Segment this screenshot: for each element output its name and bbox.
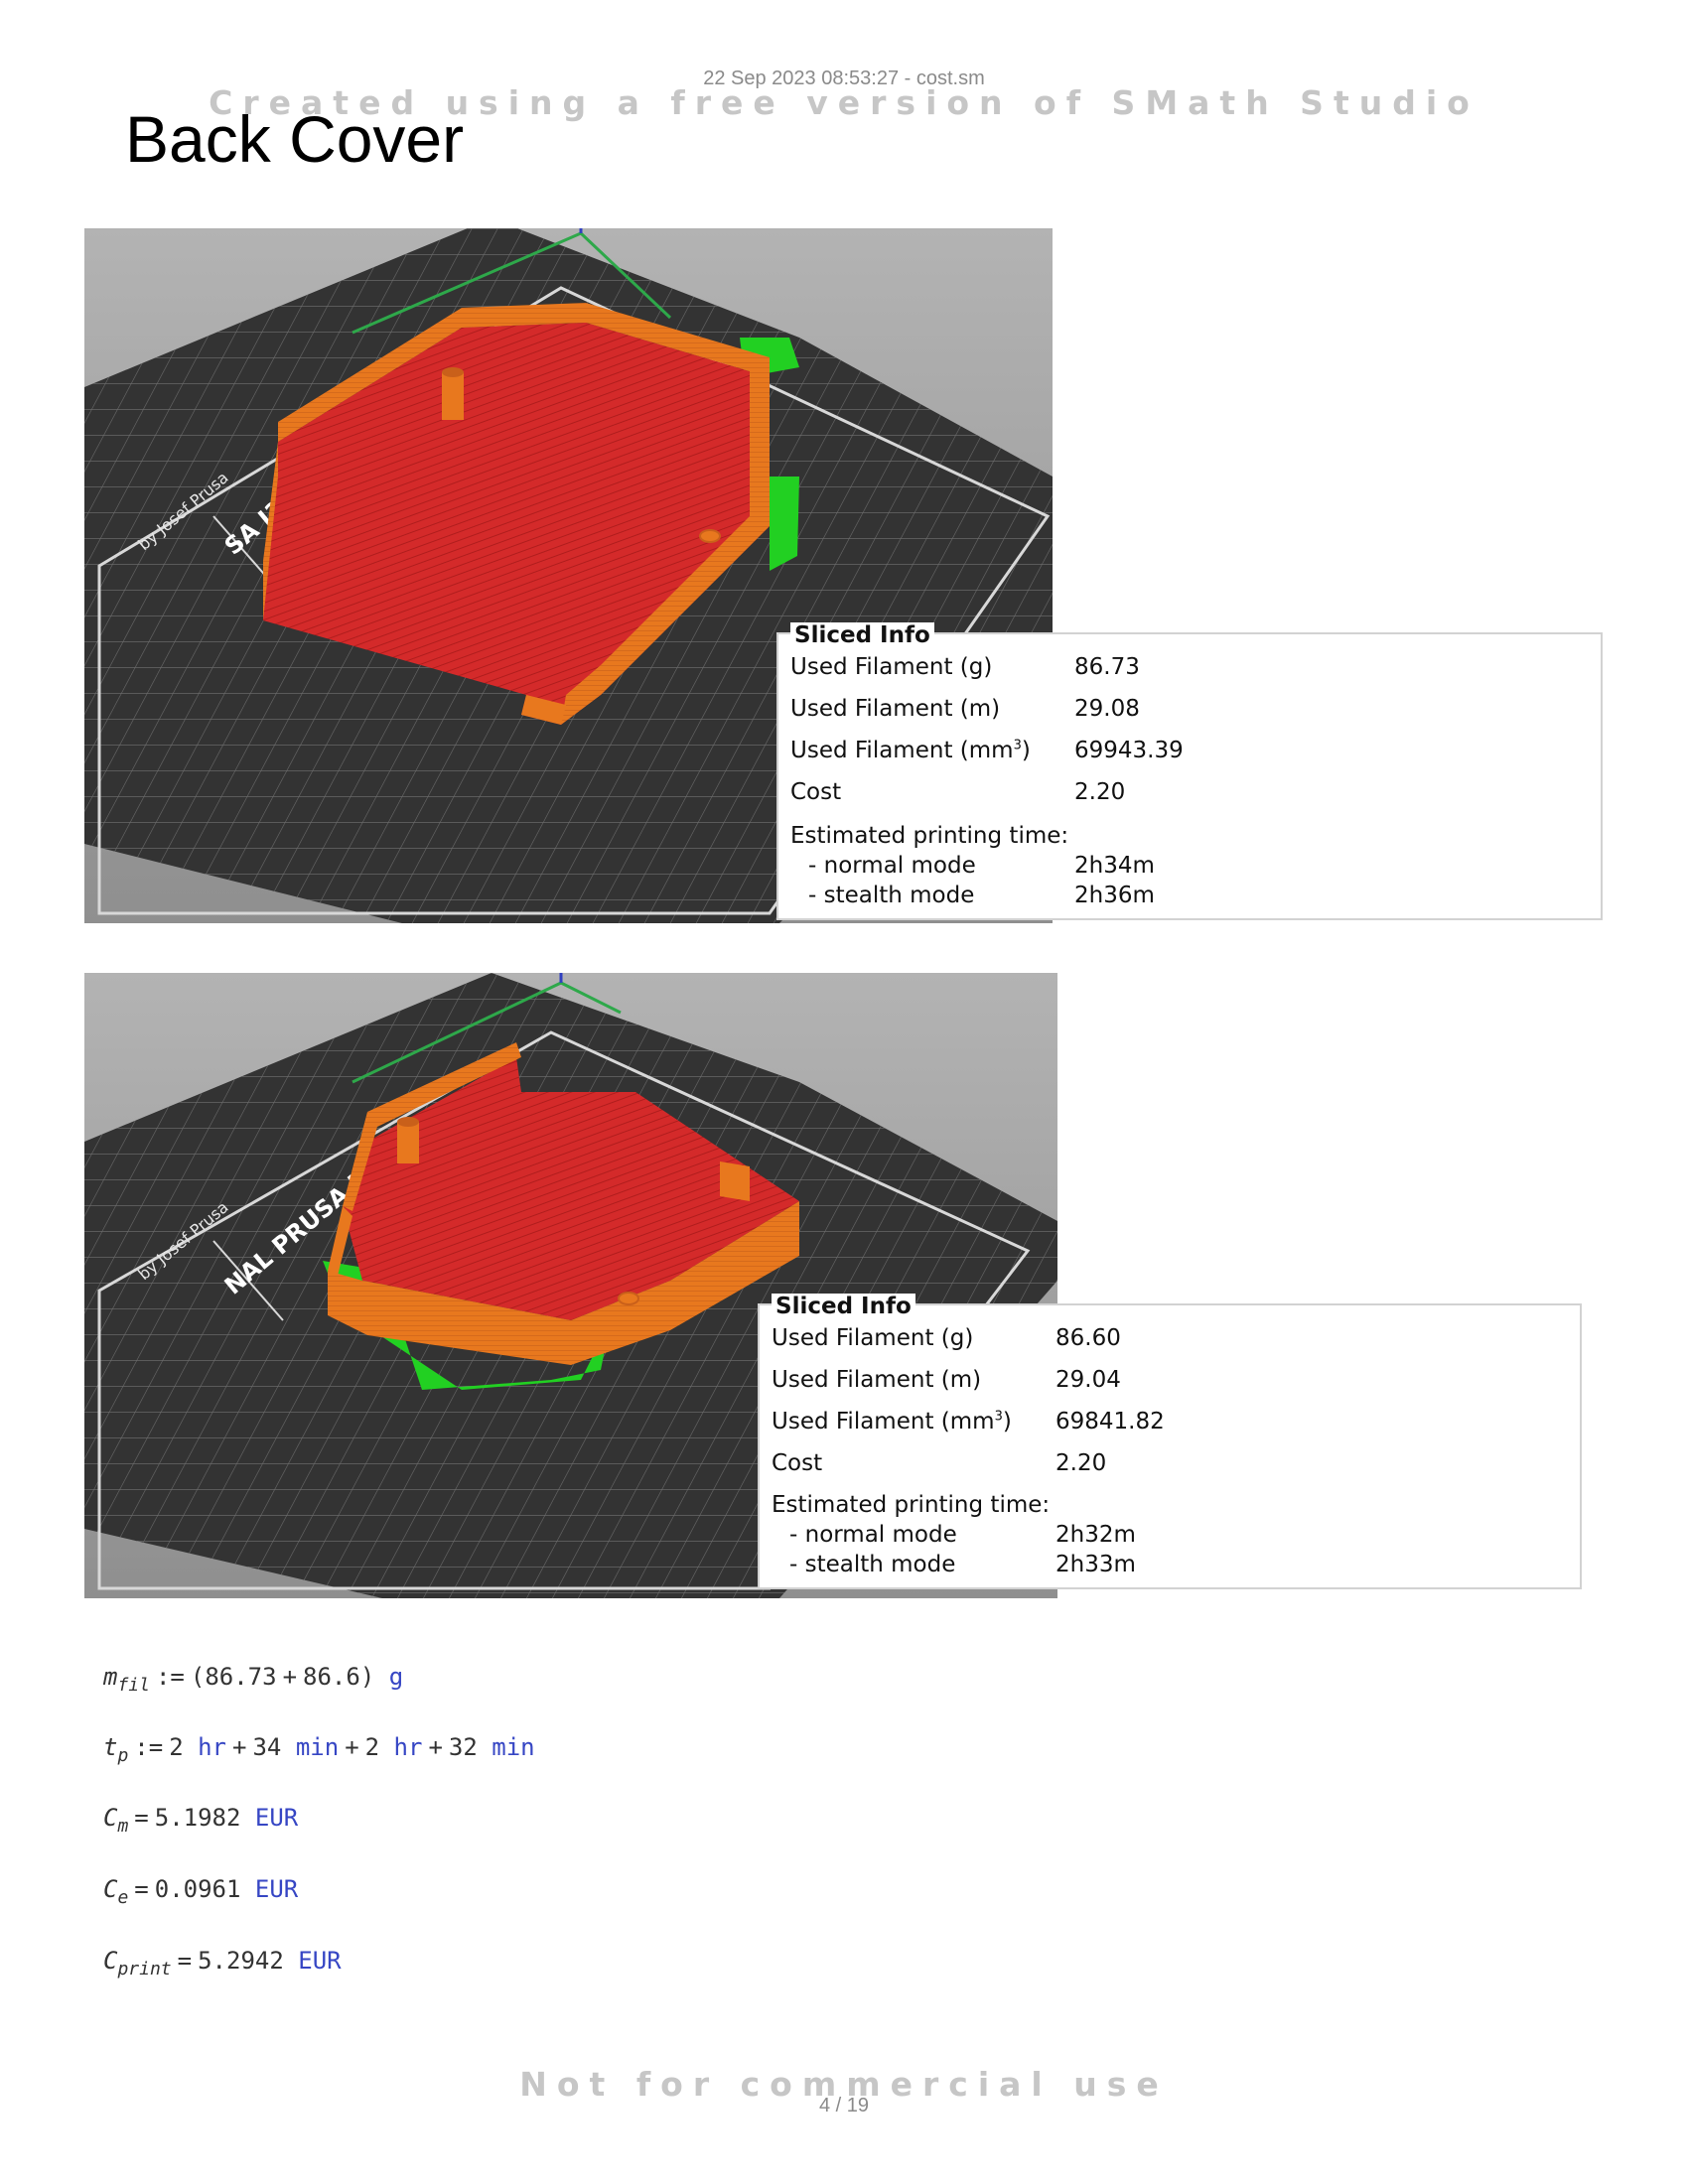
info-row-value: 86.73 (1074, 654, 1140, 680)
sliced-info-panel-1: Sliced Info Used Filament (g) 86.73 Used… (776, 622, 1603, 920)
info-row-label: Used Filament (mm3) (790, 738, 1031, 763)
info-row-label: - normal mode (808, 853, 976, 879)
math-result-c-m[interactable]: Cm = 5.1982 EUR (103, 1804, 298, 1837)
info-row-value: 2h33m (1055, 1552, 1136, 1577)
math-expression-m-fil[interactable]: mfil:= (86.73 +86.6) g (103, 1663, 403, 1696)
sliced-info-panel-2: Sliced Info Used Filament (g) 86.60 Used… (758, 1294, 1582, 1589)
info-row-value: 2.20 (1055, 1450, 1107, 1476)
info-row-label: Used Filament (g) (790, 654, 993, 680)
info-row-label: Cost (790, 779, 842, 805)
info-row-value: 69841.82 (1055, 1409, 1165, 1434)
info-row-label: Estimated printing time: (772, 1492, 1051, 1518)
info-row-label: Estimated printing time: (790, 823, 1069, 849)
sliced-info-title: Sliced Info (772, 1294, 915, 1319)
math-result-c-print[interactable]: Cprint = 5.2942 EUR (103, 1947, 342, 1979)
info-row-label: Used Filament (g) (772, 1325, 974, 1351)
info-row-value: 29.08 (1074, 696, 1140, 722)
sliced-info-title: Sliced Info (790, 622, 934, 648)
page-title: Back Cover (125, 102, 465, 176)
info-row-value: 69943.39 (1074, 738, 1184, 763)
info-row-label: - normal mode (789, 1522, 957, 1548)
info-row-value: 2h36m (1074, 883, 1155, 908)
info-row-label: Used Filament (m) (772, 1367, 982, 1393)
info-row-value: 2h32m (1055, 1522, 1136, 1548)
info-row-value: 29.04 (1055, 1367, 1121, 1393)
info-row-label: - stealth mode (789, 1552, 956, 1577)
info-row-label: - stealth mode (808, 883, 975, 908)
math-result-c-e[interactable]: Ce = 0.0961 EUR (103, 1875, 298, 1908)
info-row-value: 2h34m (1074, 853, 1155, 879)
info-row-value: 2.20 (1074, 779, 1126, 805)
page-number: 4 / 19 (818, 2095, 870, 2116)
info-row-value: 86.60 (1055, 1325, 1121, 1351)
info-row-label: Used Filament (mm3) (772, 1409, 1012, 1434)
info-row-label: Cost (772, 1450, 823, 1476)
info-row-label: Used Filament (m) (790, 696, 1001, 722)
math-expression-t-p[interactable]: tp:= 2 hr +34 min +2 hr +32 min (103, 1733, 535, 1766)
